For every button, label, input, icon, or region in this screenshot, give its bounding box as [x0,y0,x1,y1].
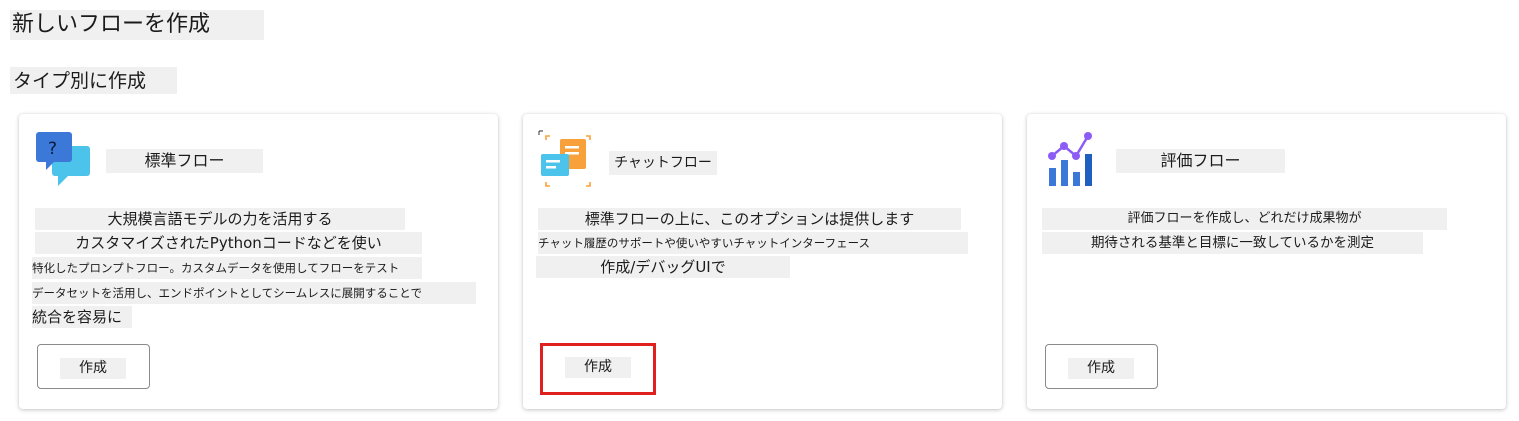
description-line: 統合を容易に [32,306,132,328]
create-chat-flow-button[interactable]: 作成 [543,344,656,389]
evaluation-flow-card: 評価フロー 評価フローを作成し、どれだけ成果物が 期待される基準と目標に一致して… [1027,114,1506,409]
description-line: 期待される基準と目標に一致しているかを測定 [1042,232,1423,254]
card-title: チャットフロー [609,151,717,175]
chat-flow-card: チャットフロー 標準フローの上に、このオプションは提供します チャット履歴のサポ… [523,114,1002,409]
description-line: 評価フローを作成し、どれだけ成果物が [1042,208,1447,230]
svg-text:?: ? [48,139,57,159]
description-line: カスタマイズされたPythonコードなどを使い [35,232,422,254]
evaluation-chart-icon [1047,132,1101,188]
description-line: 標準フローの上に、このオプションは提供します [538,208,961,230]
button-label: 作成 [1068,358,1134,379]
chat-window-icon [538,130,598,190]
description-line: 作成/デバッグUIで [536,256,790,278]
description-line: 大規模言語モデルの力を活用する [35,208,405,230]
description-line: データセットを活用し、エンドポイントとしてシームレスに展開することで [32,282,476,304]
standard-flow-card: ? 標準フロー 大規模言語モデルの力を活用する カスタマイズされたPythonコ… [19,114,498,409]
create-evaluation-flow-button[interactable]: 作成 [1045,344,1158,389]
card-title: 標準フロー [106,149,263,173]
create-standard-flow-button[interactable]: 作成 [37,344,150,389]
button-label: 作成 [565,357,631,378]
section-title: タイプ別に作成 [10,67,177,94]
button-label: 作成 [60,358,126,379]
chat-bubbles-question-icon: ? [36,132,92,188]
description-line: チャット履歴のサポートや使いやすいチャットインターフェース [538,232,968,254]
description-line: 特化したプロンプトフロー。カスタムデータを使用してフローをテスト [32,257,422,279]
card-title: 評価フロー [1116,149,1285,173]
page-title: 新しいフローを作成 [10,10,264,40]
